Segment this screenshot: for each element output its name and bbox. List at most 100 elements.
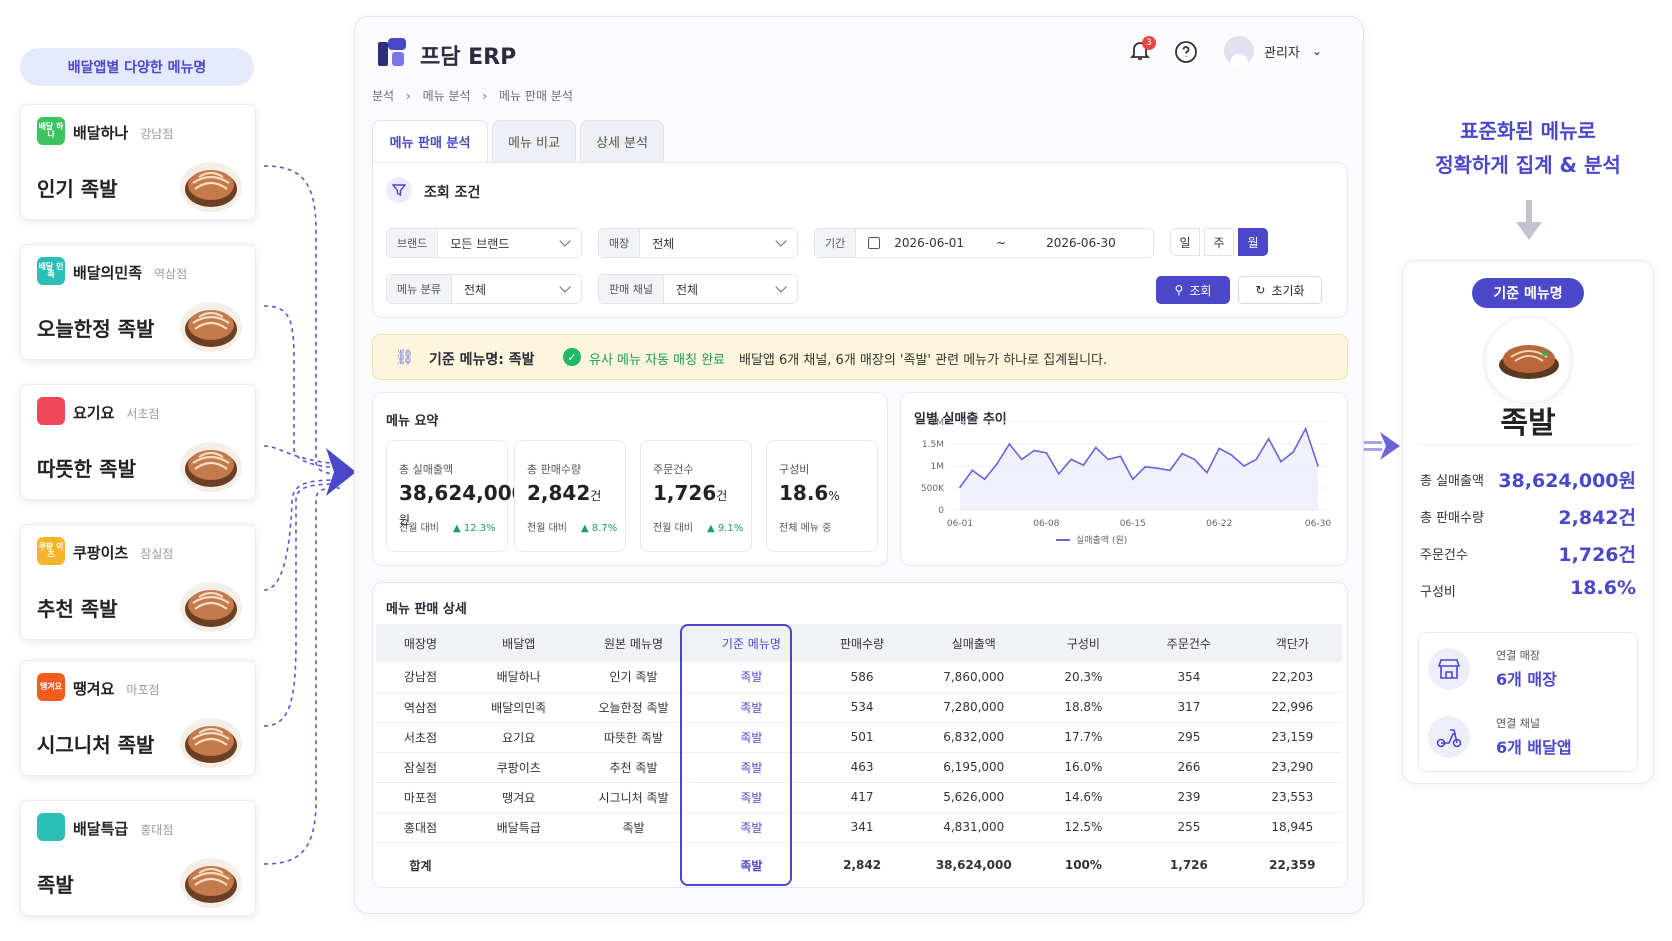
tab-detail[interactable]: 상세 분석 bbox=[580, 120, 664, 162]
table-cell: 4,831,000 bbox=[915, 812, 1032, 843]
column-header[interactable]: 판매수량 bbox=[808, 624, 916, 662]
kpi-card: 총 실매출액 38,624,000원 전월 대비 ▲ 12.3% bbox=[386, 440, 526, 552]
data-point bbox=[1107, 458, 1109, 461]
table-cell: 18,945 bbox=[1242, 812, 1342, 843]
column-header[interactable]: 매장명 bbox=[376, 624, 465, 662]
table-cell: 쿠팡이츠 bbox=[464, 752, 573, 783]
table-cell: 족발 bbox=[572, 812, 695, 843]
breadcrumb: 분석 › 메뉴 분석 › 메뉴 판매 분석 bbox=[372, 89, 573, 103]
data-point bbox=[1230, 454, 1233, 456]
data-point bbox=[1218, 447, 1221, 450]
table-cell: 인기 족발 bbox=[572, 662, 695, 693]
seg-month[interactable]: 월 bbox=[1238, 228, 1268, 256]
column-header[interactable]: 실매출액 bbox=[915, 624, 1032, 662]
table-row[interactable]: 서초점 요기요 따뜻한 족발 족발 501 6,832,000 17.7% 295 23,159 bbox=[376, 722, 1342, 753]
data-point bbox=[971, 469, 974, 472]
data-point bbox=[1132, 478, 1134, 480]
kpi-label: 총 실매출액 bbox=[399, 463, 454, 476]
notification-button[interactable]: 3 bbox=[1128, 36, 1156, 64]
store-select[interactable]: 매장 전체 bbox=[598, 228, 798, 258]
x-tick-label: 06-22 bbox=[1206, 519, 1232, 529]
notice-status: 유사 메뉴 자동 매칭 완료 bbox=[589, 353, 726, 368]
seg-day[interactable]: 일 bbox=[1170, 228, 1200, 256]
data-point bbox=[1008, 443, 1011, 445]
channel-select[interactable]: 판매 채널 전체 bbox=[598, 274, 798, 304]
table-cell: 강남점 bbox=[376, 662, 465, 693]
link-icon: ⛓ bbox=[395, 348, 415, 366]
kpi-value: 1,726건 bbox=[653, 481, 728, 505]
brand-value: 모든 브랜드 bbox=[450, 236, 510, 251]
column-header[interactable]: 주문건수 bbox=[1135, 624, 1243, 662]
table-cell: 23,553 bbox=[1242, 782, 1342, 813]
breadcrumb-item[interactable]: 분석 bbox=[372, 89, 394, 103]
data-point bbox=[1070, 458, 1072, 461]
reset-button[interactable]: ↻ 초기화 bbox=[1238, 276, 1322, 304]
period-separator: ~ bbox=[996, 236, 1007, 250]
help-icon[interactable] bbox=[1174, 40, 1198, 64]
table-cell: 시그니처 족발 bbox=[572, 782, 695, 813]
seg-week[interactable]: 주 bbox=[1204, 228, 1234, 256]
category-label: 메뉴 분류 bbox=[387, 275, 452, 303]
breadcrumb-item[interactable]: 메뉴 분석 bbox=[423, 89, 471, 103]
table-cell: 7,280,000 bbox=[915, 692, 1032, 723]
search-button[interactable]: ⚲ 조회 bbox=[1156, 276, 1230, 304]
chevron-down-icon bbox=[559, 281, 571, 293]
category-select[interactable]: 메뉴 분류 전체 bbox=[386, 274, 582, 304]
stat-value: 18.6% bbox=[1570, 577, 1636, 599]
table-cell: 추천 족발 bbox=[572, 752, 695, 783]
column-header[interactable]: 배달앱 bbox=[464, 624, 573, 662]
table-cell: 12.5% bbox=[1031, 812, 1136, 843]
legend-label: 실매출액 (원) bbox=[1076, 534, 1127, 546]
data-point bbox=[1094, 446, 1097, 449]
filter-icon bbox=[386, 177, 412, 203]
x-tick-label: 06-08 bbox=[1033, 519, 1059, 529]
period-range[interactable]: 기간 2026-06-01 ~ 2026-06-30 bbox=[814, 228, 1154, 258]
table-row[interactable]: 강남점 배달하나 인기 족발 족발 586 7,860,000 20.3% 354 22,203 bbox=[376, 662, 1342, 693]
chevron-down-icon: ⌄ bbox=[1311, 44, 1322, 58]
data-point bbox=[1292, 451, 1295, 453]
tab-menu-compare[interactable]: 메뉴 비교 bbox=[492, 120, 576, 162]
column-header[interactable]: 구성비 bbox=[1031, 624, 1136, 662]
period-start[interactable]: 2026-06-01 bbox=[894, 236, 964, 250]
table-cell: 20.3% bbox=[1031, 662, 1136, 693]
table-cell: 14.6% bbox=[1031, 782, 1136, 813]
arrow-down-icon bbox=[1516, 200, 1542, 240]
right-heading-line2: 정확하게 집계 & 분석 bbox=[1435, 153, 1621, 177]
store-label: 매장 bbox=[599, 229, 641, 257]
table-cell: 255 bbox=[1135, 812, 1243, 843]
y-tick-label: 1.5M bbox=[922, 440, 944, 450]
table-cell: 22,203 bbox=[1242, 662, 1342, 693]
kpi-card: 주문건수 1,726건 전월 대비 ▲ 9.1% bbox=[640, 440, 752, 552]
period-end[interactable]: 2026-06-30 bbox=[1046, 236, 1116, 250]
summary-title: 메뉴 요약 bbox=[386, 414, 439, 429]
column-header[interactable]: 원본 메뉴명 bbox=[572, 624, 695, 662]
tab-menu-sales[interactable]: 메뉴 판매 분석 bbox=[372, 120, 488, 162]
table-cell: 17.7% bbox=[1031, 722, 1136, 753]
stat-value: 1,726건 bbox=[1558, 544, 1636, 566]
channel-label: 판매 채널 bbox=[599, 275, 664, 303]
data-point bbox=[1119, 455, 1122, 458]
brand-label: 브랜드 bbox=[387, 229, 439, 257]
table-cell: 잠실점 bbox=[376, 752, 465, 783]
table-row[interactable]: 마포점 땡겨요 시그니처 족발 족발 417 5,626,000 14.6% 239 23,55… bbox=[376, 782, 1342, 813]
table-row[interactable]: 잠실점 쿠팡이츠 추천 족발 족발 463 6,195,000 16.0% 266 23,290 bbox=[376, 752, 1342, 783]
brand-select[interactable]: 브랜드 모든 브랜드 bbox=[386, 228, 582, 258]
table-row[interactable]: 홍대점 배달특급 족발 족발 341 4,831,000 12.5% 255 18,945 bbox=[376, 812, 1342, 843]
refresh-icon: ↻ bbox=[1255, 283, 1266, 297]
linked-stores-label: 연결 매장 bbox=[1496, 649, 1540, 662]
reset-label: 초기화 bbox=[1271, 283, 1305, 298]
right-heading-line1: 표준화된 메뉴로 bbox=[1460, 119, 1596, 143]
data-point bbox=[1317, 465, 1319, 467]
user-menu[interactable]: 관리자 ⌄ bbox=[1224, 36, 1348, 66]
x-tick-label: 06-15 bbox=[1120, 519, 1146, 529]
data-point bbox=[1033, 449, 1035, 452]
total-cell bbox=[572, 841, 695, 888]
kpi-delta: 전체 메뉴 중 bbox=[779, 523, 832, 534]
y-tick-label: 0 bbox=[938, 506, 944, 516]
table-cell: 요기요 bbox=[464, 722, 573, 753]
table-row[interactable]: 역삼점 배달의민족 오늘한정 족발 족발 534 7,280,000 18.8% 317 22,… bbox=[376, 692, 1342, 723]
column-header[interactable]: 객단가 bbox=[1242, 624, 1342, 662]
data-point bbox=[1243, 465, 1245, 467]
data-point bbox=[1156, 467, 1159, 469]
x-tick-label: 06-30 bbox=[1305, 519, 1331, 529]
